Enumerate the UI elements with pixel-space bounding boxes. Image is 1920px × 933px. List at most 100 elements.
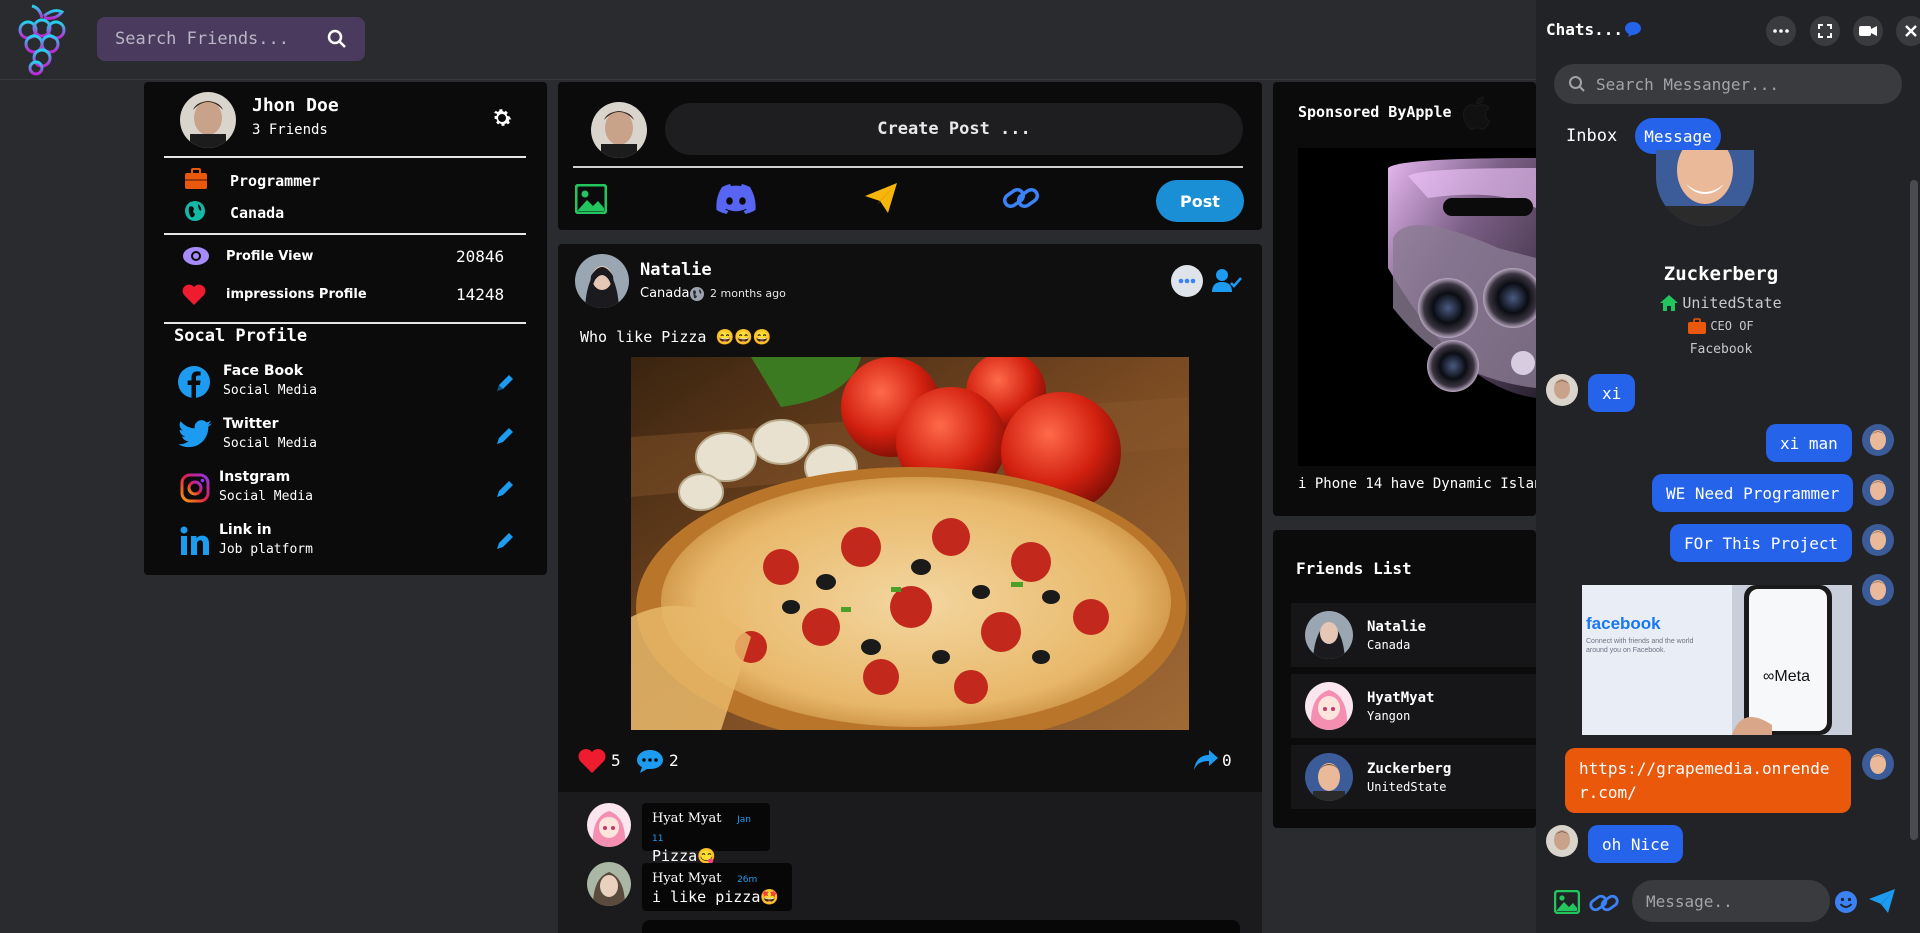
meta-logo-text: ∞Meta xyxy=(1763,668,1810,685)
comment-author: Hyat Myat xyxy=(652,811,722,826)
social-sub: Social Media xyxy=(223,383,317,398)
edit-pen-icon[interactable] xyxy=(494,478,516,500)
discord-icon[interactable] xyxy=(716,184,756,214)
chat-expand-button[interactable] xyxy=(1810,16,1840,46)
stat-label: Profile View xyxy=(226,249,314,264)
my-avatar xyxy=(1862,424,1894,456)
friend-search-input[interactable]: Search Friends... xyxy=(97,17,365,61)
social-name: Twitter xyxy=(223,416,279,432)
sender-avatar xyxy=(1546,825,1578,857)
post-author-avatar[interactable] xyxy=(575,254,629,308)
comment-bubble: Hyat Myat 26m i like pizza🤩 xyxy=(642,863,792,911)
profile-job: Programmer xyxy=(230,172,321,190)
social-name: Link in xyxy=(219,522,272,538)
message-input[interactable]: Message.. xyxy=(1632,880,1830,922)
post-time: 2 months ago xyxy=(710,287,786,300)
contact-avatar xyxy=(1656,150,1754,226)
globe-icon xyxy=(185,201,205,221)
contact-role: CEO OF xyxy=(1710,319,1754,333)
attach-image-icon[interactable] xyxy=(1554,890,1580,914)
my-avatar xyxy=(1862,524,1894,556)
profile-friends-count: 3 Friends xyxy=(252,122,328,138)
messenger-search-input[interactable]: Search Messanger... xyxy=(1554,64,1902,104)
more-dots-icon xyxy=(1178,278,1196,284)
profile-location: Canada xyxy=(230,204,285,222)
facebook-icon xyxy=(178,366,210,398)
settings-gear-icon[interactable] xyxy=(490,106,514,130)
chat-more-button[interactable] xyxy=(1766,16,1796,46)
eye-icon xyxy=(183,247,209,265)
post-pizza-image[interactable] xyxy=(631,357,1189,730)
comment-avatar[interactable] xyxy=(587,803,631,847)
send-message-icon[interactable] xyxy=(1868,888,1896,914)
comment-avatar[interactable] xyxy=(587,862,631,906)
comment-author: Hyat Myat xyxy=(652,871,722,886)
friend-item[interactable]: Natalie Canada xyxy=(1291,603,1536,667)
create-post-input[interactable]: Create Post ... xyxy=(665,103,1243,155)
post-card: Natalie Canada 2 months ago Who like Piz… xyxy=(558,244,1262,933)
chat-title: Chats... xyxy=(1546,20,1624,39)
public-globe-icon xyxy=(690,287,704,301)
expand-icon xyxy=(1818,24,1832,38)
post-button[interactable]: Post xyxy=(1156,180,1244,222)
stat-value: 20846 xyxy=(456,247,505,266)
fb-image-brand: facebook xyxy=(1586,614,1661,633)
edit-pen-icon[interactable] xyxy=(494,530,516,552)
image-upload-icon[interactable] xyxy=(575,184,607,214)
linkedin-icon xyxy=(180,526,209,555)
send-plane-icon[interactable] xyxy=(864,182,898,214)
search-icon[interactable] xyxy=(327,29,347,49)
video-call-button[interactable] xyxy=(1853,16,1883,46)
friend-avatar xyxy=(1305,682,1353,730)
friend-place: UnitedState xyxy=(1367,779,1447,794)
share-arrow-icon[interactable] xyxy=(1193,749,1219,771)
chat-bubble-icon xyxy=(1625,22,1641,37)
link-text: https://grapemedia.onrende xyxy=(1579,758,1830,778)
message-bubble-sent: WE Need Programmer xyxy=(1652,474,1854,512)
chat-scrollbar[interactable] xyxy=(1910,180,1918,840)
contact-place: UnitedState xyxy=(1682,294,1782,312)
comment-input-bar[interactable] xyxy=(642,920,1240,933)
friend-name: Natalie xyxy=(1367,618,1427,635)
friends-list-card: Friends List Natalie Canada HyatMyat Yan… xyxy=(1273,530,1536,828)
friend-name: Zuckerberg xyxy=(1367,760,1452,777)
home-icon xyxy=(1660,295,1679,311)
apple-logo-icon xyxy=(1463,96,1491,130)
divider xyxy=(573,166,1243,168)
edit-pen-icon[interactable] xyxy=(494,372,516,394)
tab-message[interactable]: Message xyxy=(1635,118,1721,154)
post-options-button[interactable] xyxy=(1171,265,1203,297)
friend-item[interactable]: HyatMyat Yangon xyxy=(1291,674,1536,738)
close-icon xyxy=(1905,25,1917,37)
facebook-meta-image[interactable]: facebook Connect with friends and the wo… xyxy=(1582,585,1852,735)
grape-logo-icon[interactable] xyxy=(12,4,72,76)
post-author-name[interactable]: Natalie xyxy=(640,260,712,280)
message-input-placeholder: Message.. xyxy=(1646,891,1733,911)
social-profile-title: Socal Profile xyxy=(174,326,308,346)
social-name: Face Book xyxy=(223,363,304,379)
link-icon[interactable] xyxy=(1002,182,1040,214)
stat-value: 14248 xyxy=(456,285,505,304)
edit-pen-icon[interactable] xyxy=(494,425,516,447)
link-text: r.com/ xyxy=(1579,782,1637,802)
post-text: Who like Pizza 😄😄😄 xyxy=(580,328,772,346)
composer-avatar xyxy=(591,102,647,158)
tab-inbox[interactable]: Inbox xyxy=(1566,126,1617,146)
attach-link-icon[interactable] xyxy=(1588,890,1620,916)
comments-section: Hyat Myat Jan 11 Pizza😋 Hyat Myat 26m i … xyxy=(558,792,1262,933)
message-link-bubble[interactable]: https://grapemedia.onrende r.com/ xyxy=(1565,748,1851,813)
friend-item[interactable]: Zuckerberg UnitedState xyxy=(1291,745,1536,809)
comment-count: 2 xyxy=(669,751,679,770)
my-avatar xyxy=(1862,574,1894,606)
comment-icon[interactable] xyxy=(636,748,664,774)
iphone-ad-image[interactable] xyxy=(1298,148,1536,466)
search-icon xyxy=(1569,76,1585,92)
contact-name: Zuckerberg xyxy=(1663,263,1779,285)
emoji-icon[interactable] xyxy=(1834,890,1858,914)
twitter-icon xyxy=(178,420,212,448)
close-chat-button[interactable] xyxy=(1896,16,1920,46)
user-check-icon[interactable] xyxy=(1212,268,1242,294)
message-bubble-received: oh Nice xyxy=(1588,825,1684,863)
like-heart-icon[interactable] xyxy=(578,748,606,774)
profile-avatar[interactable] xyxy=(180,92,236,148)
